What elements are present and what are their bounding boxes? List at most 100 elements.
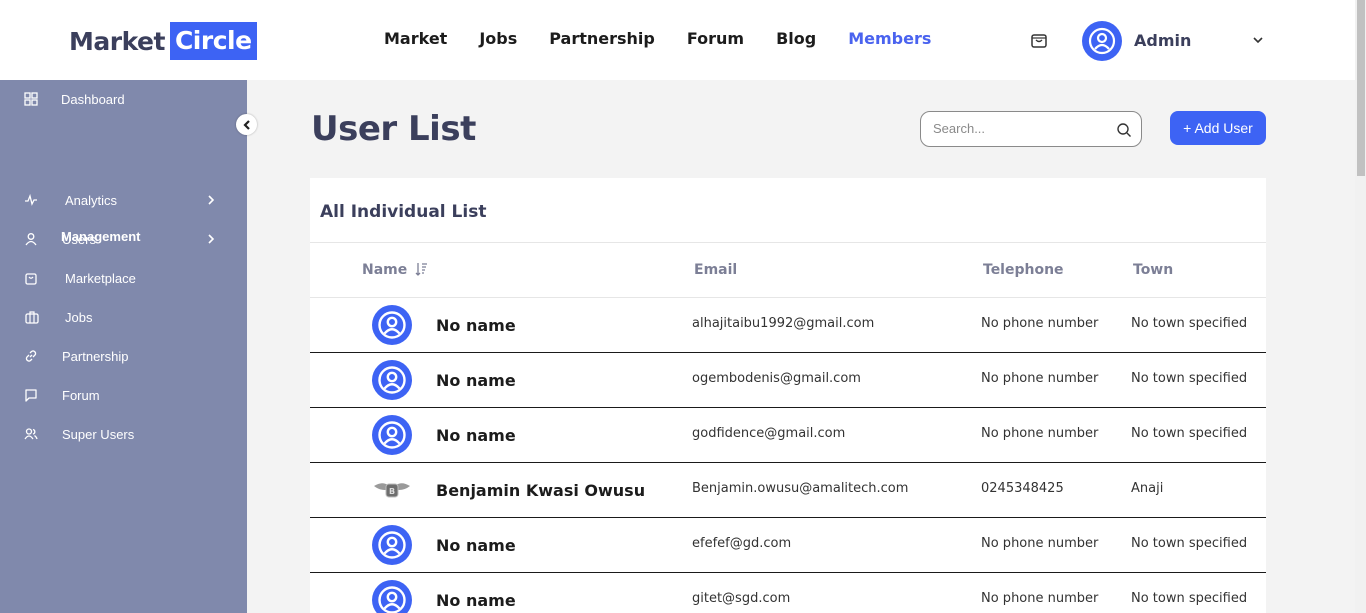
table-row[interactable]: No name godfidence@gmail.com No phone nu…: [310, 408, 1266, 463]
nav-market[interactable]: Market: [384, 29, 447, 48]
divider: [310, 242, 1266, 243]
table-row[interactable]: No name efefef@gd.com No phone number No…: [310, 518, 1266, 573]
user-avatar[interactable]: [1082, 21, 1122, 61]
column-header-telephone[interactable]: Telephone: [983, 262, 1064, 278]
user-email: efefef@gd.com: [692, 536, 792, 551]
user-email: alhajitaibu1992@gmail.com: [692, 316, 875, 331]
user-town: No town specified: [1131, 536, 1248, 551]
user-icon: [25, 233, 37, 246]
card-title: All Individual List: [320, 202, 487, 222]
user-name[interactable]: Admin: [1134, 31, 1191, 50]
sidebar-item-analytics[interactable]: Analytics: [0, 186, 247, 214]
user-town: No town specified: [1131, 591, 1248, 606]
user-town: No town specified: [1131, 316, 1248, 331]
column-header-town[interactable]: Town: [1133, 262, 1173, 278]
user-circle-icon: [378, 366, 406, 394]
table-row[interactable]: B Benjamin Kwasi Owusu Benjamin.owusu@am…: [310, 463, 1266, 518]
nav-blog[interactable]: Blog: [776, 29, 816, 48]
sort-icon[interactable]: [415, 262, 428, 276]
sidebar-item-label: Marketplace: [65, 270, 136, 286]
table-row[interactable]: No name gitet@sgd.com No phone number No…: [310, 573, 1266, 613]
nav-jobs[interactable]: Jobs: [479, 29, 517, 48]
user-town: Anaji: [1131, 481, 1164, 496]
user-email: ogembodenis@gmail.com: [692, 371, 861, 386]
message-icon: [25, 389, 37, 402]
user-town: No town specified: [1131, 371, 1248, 386]
search-icon[interactable]: [1116, 122, 1132, 138]
add-user-button[interactable]: + Add User: [1170, 111, 1266, 145]
sidebar-collapse-button[interactable]: [236, 114, 257, 135]
link-icon: [25, 350, 37, 362]
sidebar-item-users[interactable]: Users: [0, 225, 247, 253]
user-circle-icon: [1088, 27, 1116, 55]
chevron-left-icon: [242, 119, 250, 130]
user-town: No town specified: [1131, 426, 1248, 441]
column-header-label: Name: [362, 262, 408, 278]
sidebar-item-label: Super Users: [62, 426, 135, 442]
user-name: No name: [436, 426, 516, 445]
sidebar-item-dashboard[interactable]: Dashboard: [0, 85, 247, 113]
page-scrollbar[interactable]: [1355, 0, 1366, 613]
sidebar-item-label: Users: [62, 231, 96, 247]
user-email: godfidence@gmail.com: [692, 426, 846, 441]
user-name: No name: [436, 371, 516, 390]
user-table-card: All Individual List Name Email Telephone…: [310, 178, 1266, 613]
user-name: No name: [436, 536, 516, 555]
search-box[interactable]: [920, 111, 1142, 147]
main-nav: Market Jobs Partnership Forum Blog Membe…: [384, 29, 963, 48]
activity-icon: [25, 193, 37, 206]
sidebar-item-forum[interactable]: Forum: [0, 381, 247, 409]
user-telephone: No phone number: [981, 591, 1099, 606]
nav-partnership[interactable]: Partnership: [549, 29, 655, 48]
page-title: User List: [311, 109, 476, 149]
avatar: [372, 580, 412, 613]
table-row[interactable]: No name alhajitaibu1992@gmail.com No pho…: [310, 298, 1266, 353]
logo-word-market: Market: [69, 26, 165, 56]
nav-forum[interactable]: Forum: [687, 29, 744, 48]
sidebar-item-label: Jobs: [65, 309, 93, 325]
sidebar-item-marketplace[interactable]: Marketplace: [0, 264, 247, 292]
user-telephone: No phone number: [981, 426, 1099, 441]
user-telephone: No phone number: [981, 316, 1099, 331]
sidebar-item-super-users[interactable]: Super Users: [0, 420, 247, 448]
grid-icon: [24, 92, 38, 106]
avatar: [372, 305, 412, 345]
search-input[interactable]: [933, 121, 1103, 136]
sidebar-item-label: Forum: [62, 387, 100, 403]
avatar: [372, 525, 412, 565]
user-circle-icon: [378, 311, 406, 339]
scrollbar-thumb[interactable]: [1357, 0, 1365, 176]
logo-word-circle: Circle: [169, 22, 257, 60]
shopping-bag-icon[interactable]: [1029, 30, 1049, 50]
user-email: gitet@sgd.com: [692, 591, 791, 606]
user-name: No name: [436, 591, 516, 610]
user-telephone: No phone number: [981, 536, 1099, 551]
users-icon: [24, 428, 38, 440]
avatar: [372, 415, 412, 455]
sidebar-item-label: Partnership: [62, 348, 129, 364]
nav-members[interactable]: Members: [848, 29, 931, 48]
user-name: Benjamin Kwasi Owusu: [436, 481, 646, 500]
user-email: Benjamin.owusu@amalitech.com: [692, 481, 909, 496]
chevron-right-icon: [208, 234, 215, 244]
logo[interactable]: Market Circle: [69, 21, 257, 61]
sidebar-item-label: Analytics: [65, 192, 118, 208]
svg-text:B: B: [389, 487, 395, 496]
user-name: No name: [436, 316, 516, 335]
briefcase-icon: [25, 311, 39, 324]
sidebar: Dashboard Management Analytics Users Mar…: [0, 80, 247, 613]
user-circle-icon: [378, 531, 406, 559]
chevron-right-icon: [208, 195, 215, 205]
chevron-down-icon[interactable]: [1251, 33, 1265, 47]
sidebar-item-jobs[interactable]: Jobs: [0, 303, 247, 331]
avatar: [372, 360, 412, 400]
user-circle-icon: [378, 421, 406, 449]
column-header-email[interactable]: Email: [694, 262, 737, 278]
sidebar-item-partnership[interactable]: Partnership: [0, 342, 247, 370]
column-header-name[interactable]: Name: [362, 262, 428, 278]
bag-icon: [25, 273, 37, 285]
table-row[interactable]: No name ogembodenis@gmail.com No phone n…: [310, 353, 1266, 408]
user-telephone: 0245348425: [981, 481, 1064, 496]
user-circle-icon: [378, 586, 406, 613]
user-telephone: No phone number: [981, 371, 1099, 386]
